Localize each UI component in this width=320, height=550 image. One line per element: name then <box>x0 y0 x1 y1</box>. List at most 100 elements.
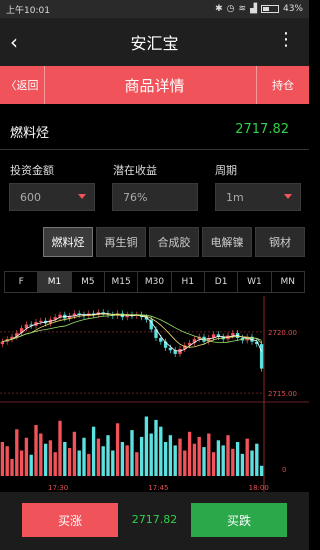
profit-field: 76% <box>112 183 198 211</box>
time-axis-label: 18:00 <box>249 484 269 492</box>
volume-bar <box>192 443 197 476</box>
volume-bar <box>115 423 120 476</box>
product-tab[interactable]: 再生铜 <box>96 227 146 257</box>
volume-bar <box>159 426 163 476</box>
volume-bar <box>5 446 9 476</box>
volume-bar <box>149 433 153 476</box>
candle-body <box>159 337 163 342</box>
timeframe-tab[interactable]: W1 <box>238 272 272 292</box>
moving-average-line <box>2 313 262 352</box>
volume-bar <box>91 426 96 476</box>
volume-bar <box>183 450 187 476</box>
trade-bar: 买涨 2717.82 买跌 <box>0 492 309 550</box>
volume-bar <box>154 419 158 476</box>
volume-bar <box>221 445 225 476</box>
candle-body <box>178 349 182 354</box>
volume-bar <box>72 431 77 476</box>
battery-percent: 43% <box>282 4 303 14</box>
candle-body <box>0 341 5 345</box>
bluetooth-icon: ✱ <box>215 4 223 14</box>
product-tab[interactable]: 电解镍 <box>202 227 252 257</box>
volume-bar <box>34 425 38 476</box>
candle-body <box>231 333 235 336</box>
volume-bar <box>120 442 125 476</box>
volume-bar <box>226 435 230 476</box>
candle-body <box>259 344 264 369</box>
volume-bar <box>240 453 245 476</box>
volume-bar <box>67 447 72 476</box>
volume-bar <box>187 431 192 476</box>
signal-icon: ▟ <box>250 4 257 14</box>
volume-bar <box>211 452 216 476</box>
volume-bar <box>250 450 254 476</box>
timeframe-tab[interactable]: MN <box>272 272 304 292</box>
volume-bar <box>245 438 249 476</box>
amount-value: 600 <box>20 190 41 204</box>
volume-bar <box>130 430 134 476</box>
timeframe-tab[interactable]: M1 <box>38 272 72 292</box>
volume-bar <box>216 440 221 476</box>
detail-header: 〈返回 商品详情 持仓 <box>0 66 309 104</box>
timeframe-tab[interactable]: H1 <box>172 272 205 292</box>
buy-down-button[interactable]: 买跌 <box>191 503 287 537</box>
volume-bar <box>173 445 177 476</box>
volume-bar <box>29 454 33 476</box>
volume-bar <box>168 435 173 476</box>
product-tabs: 燃料烃 再生铜 合成胶 电解镍 钢材 <box>43 227 308 257</box>
app-bar: ‹ 安汇宝 ⋮ <box>0 18 309 66</box>
volume-bar <box>87 453 91 476</box>
volume-bar <box>0 442 5 476</box>
amount-select[interactable]: 600 <box>9 183 95 211</box>
volume-bar <box>43 443 48 476</box>
volume-bar <box>255 443 259 476</box>
more-menu-icon[interactable]: ⋮ <box>277 30 295 50</box>
timeframe-tab[interactable]: D1 <box>205 272 239 292</box>
page-title: 商品详情 <box>124 76 185 95</box>
kline-chart[interactable]: 2720.00 2715.00 0 17:30 17:45 18:00 <box>0 296 309 492</box>
product-tab[interactable]: 合成胶 <box>149 227 199 257</box>
product-tab[interactable]: 钢材 <box>255 227 305 257</box>
volume-bar <box>96 438 101 476</box>
volume-bar <box>111 450 115 476</box>
status-bar: 上午10:01 ✱ ◷ ≋ ▟ 43% <box>0 0 309 18</box>
back-button[interactable]: 〈返回 <box>0 66 45 104</box>
product-tab[interactable]: 燃料烃 <box>43 227 93 257</box>
volume-bar <box>58 420 62 476</box>
volume-bar <box>178 438 182 476</box>
volume-bar <box>77 450 81 476</box>
chevron-down-icon <box>78 194 86 199</box>
period-label: 周期 <box>215 164 237 177</box>
time-axis-label: 17:45 <box>148 484 168 492</box>
volume-bar <box>63 442 67 476</box>
volume-bar <box>82 437 86 476</box>
holdings-button[interactable]: 持仓 <box>256 66 309 104</box>
status-time: 上午10:01 <box>6 5 50 16</box>
timeframe-tab[interactable]: M15 <box>105 272 139 292</box>
volume-bar <box>207 433 211 476</box>
app-title: 安汇宝 <box>130 34 179 53</box>
volume-bar <box>39 433 43 476</box>
price-axis-label: 2720.00 <box>268 329 297 337</box>
period-value: 1m <box>226 190 244 204</box>
volume-bar <box>197 436 201 476</box>
chevron-down-icon <box>284 194 292 199</box>
volume-bar <box>259 465 264 476</box>
volume-bar <box>235 442 240 476</box>
volume-bar <box>53 452 57 476</box>
alarm-icon: ◷ <box>226 4 235 14</box>
product-price: 2717.82 <box>235 122 289 137</box>
timeframe-tabs: F M1 M5 M15 M30 H1 D1 W1 MN <box>4 271 305 293</box>
volume-bar <box>125 445 129 476</box>
back-icon[interactable]: ‹ <box>10 30 18 54</box>
volume-bar <box>19 450 24 476</box>
timeframe-tab[interactable]: M30 <box>138 272 172 292</box>
timeframe-tab[interactable]: M5 <box>72 272 105 292</box>
battery-icon <box>260 5 279 13</box>
volume-bar <box>231 448 235 476</box>
volume-bar <box>24 437 29 476</box>
volume-bar <box>106 435 110 476</box>
timeframe-tab[interactable]: F <box>5 272 39 292</box>
volume-bar <box>15 429 19 476</box>
volume-bar <box>202 447 206 476</box>
period-select[interactable]: 1m <box>215 183 301 211</box>
